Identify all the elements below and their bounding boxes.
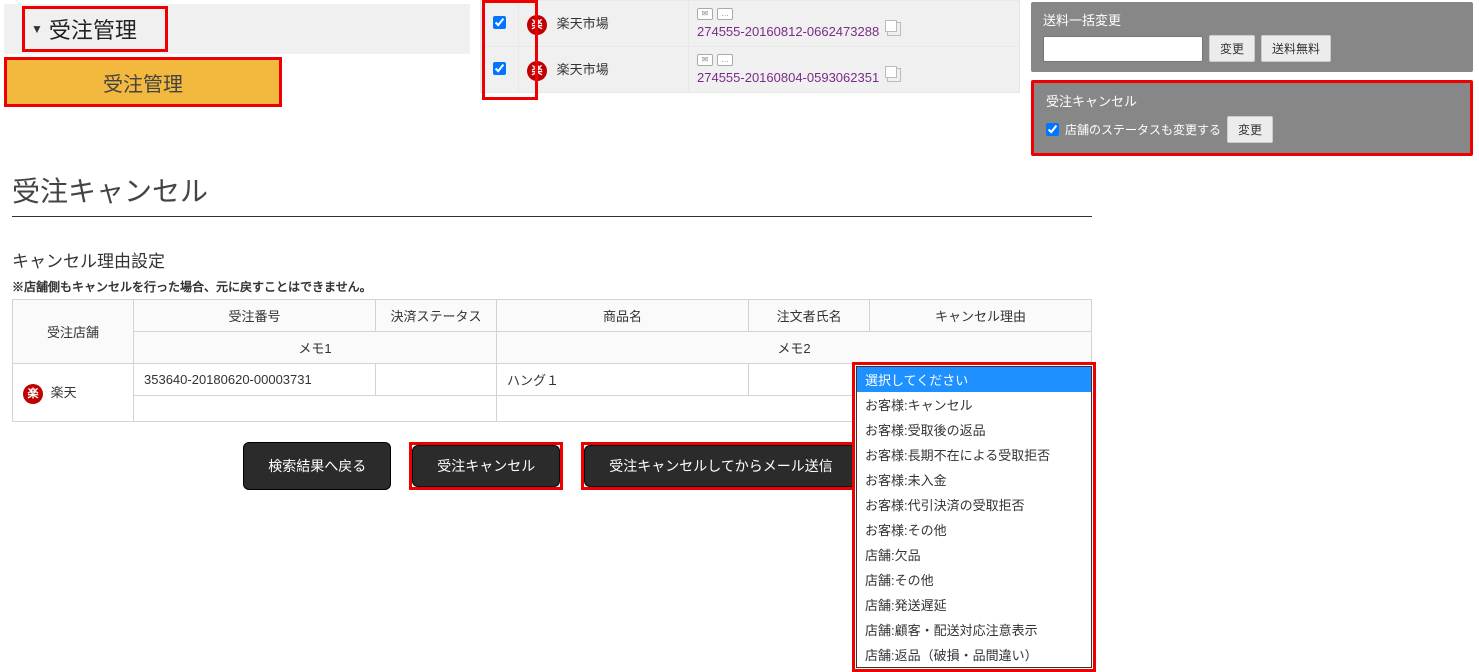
rakuten-icon: 楽 (527, 61, 547, 81)
section-subtitle: キャンセル理由設定 (12, 247, 1092, 272)
nav-header-toggle[interactable]: ▼ 受注管理 (22, 6, 168, 52)
dots-icon: … (717, 8, 733, 20)
tag-icon: ✉ (697, 54, 713, 66)
order-row-checkbox[interactable] (493, 16, 506, 29)
dropdown-option-placeholder[interactable]: 選択してください (857, 367, 1091, 392)
th-pay-status: 決済ステータス (376, 300, 497, 332)
shipping-change-button[interactable]: 変更 (1209, 35, 1255, 62)
nav-item-label: 受注管理 (103, 68, 183, 97)
back-to-search-button[interactable]: 検索結果へ戻る (243, 442, 391, 490)
td-shop: 楽 楽天 (13, 364, 134, 422)
change-store-status-label: 店舗のステータスも変更する (1065, 121, 1221, 138)
cancel-panel-title: 受注キャンセル (1046, 91, 1458, 110)
dropdown-option[interactable]: お客様:その他 (857, 517, 1091, 542)
rakuten-icon: 楽 (527, 15, 547, 35)
cancel-panel-change-button[interactable]: 変更 (1227, 116, 1273, 143)
dropdown-option[interactable]: お客様:キャンセル (857, 392, 1091, 417)
order-shop-cell: 楽 楽天市場 (519, 47, 689, 93)
tag-icon: ✉ (697, 8, 713, 20)
nav-item-order-management[interactable]: 受注管理 (4, 57, 282, 107)
dropdown-option[interactable]: 店舗:欠品 (857, 542, 1091, 567)
shipping-bulk-panel: 送料一括変更 変更 送料無料 (1031, 2, 1473, 72)
th-order-no: 受注番号 (134, 300, 376, 332)
shipping-free-button[interactable]: 送料無料 (1261, 35, 1331, 62)
td-order-no: 353640-20180620-00003731 (134, 364, 376, 396)
th-product: 商品名 (497, 300, 749, 332)
th-reason: キャンセル理由 (870, 300, 1092, 332)
order-row: 楽 楽天市場 ✉ … 274555-20160812-0662473288 (481, 1, 1020, 47)
order-row: 楽 楽天市場 ✉ … 274555-20160804-0593062351 (481, 47, 1020, 93)
cancel-reason-dropdown[interactable]: 選択してください お客様:キャンセル お客様:受取後の返品 お客様:長期不在によ… (852, 362, 1096, 672)
dropdown-option[interactable]: お客様:受取後の返品 (857, 417, 1091, 442)
nav-header: ▼ 受注管理 (4, 4, 470, 54)
nav-header-label: 受注管理 (49, 13, 137, 45)
order-number-cell: ✉ … 274555-20160812-0662473288 (689, 1, 1020, 47)
shipping-fee-input[interactable] (1043, 36, 1203, 62)
th-shop: 受注店舗 (13, 300, 134, 364)
order-number-link[interactable]: 274555-20160812-0662473288 (697, 24, 879, 39)
dropdown-option[interactable]: 店舗:顧客・配送対応注意表示 (857, 617, 1091, 642)
cancel-mail-button-highlight: 受注キャンセルしてからメール送信 (581, 442, 861, 490)
th-memo1: メモ1 (134, 332, 497, 364)
td-memo1 (134, 396, 497, 422)
dots-icon: … (717, 54, 733, 66)
dropdown-option[interactable]: 店舗:返品（破損・品間違い） (857, 642, 1091, 667)
order-shop-name: 楽天市場 (557, 62, 609, 77)
order-number-link[interactable]: 274555-20160804-0593062351 (697, 70, 879, 85)
td-product: ハング１ (497, 364, 749, 396)
rakuten-icon: 楽 (23, 384, 43, 404)
copy-icon[interactable] (887, 22, 901, 36)
td-pay-status (376, 364, 497, 396)
cancel-button-highlight: 受注キャンセル (409, 442, 563, 490)
shipping-panel-title: 送料一括変更 (1043, 10, 1461, 29)
dropdown-option[interactable]: 店舗:発送遅延 (857, 592, 1091, 617)
change-store-status-checkbox[interactable] (1046, 123, 1059, 136)
td-shop-name: 楽天 (51, 385, 77, 400)
dropdown-option[interactable]: お客様:未入金 (857, 467, 1091, 492)
dropdown-option[interactable]: お客様:代引決済の受取拒否 (857, 492, 1091, 517)
order-number-cell: ✉ … 274555-20160804-0593062351 (689, 47, 1020, 93)
th-memo2: メモ2 (497, 332, 1092, 364)
warning-text: ※店舗側もキャンセルを行った場合、元に戻すことはできません。 (12, 278, 1092, 295)
page-title: 受注キャンセル (12, 170, 1092, 217)
order-list-box: 楽 楽天市場 ✉ … 274555-20160812-0662473288 楽 … (480, 0, 1020, 93)
order-cancel-button[interactable]: 受注キャンセル (412, 445, 560, 487)
th-customer: 注文者氏名 (749, 300, 870, 332)
order-cancel-mail-button[interactable]: 受注キャンセルしてからメール送信 (584, 445, 858, 487)
order-row-checkbox[interactable] (493, 62, 506, 75)
order-shop-cell: 楽 楽天市場 (519, 1, 689, 47)
copy-icon[interactable] (887, 68, 901, 82)
order-cancel-panel: 受注キャンセル 店舗のステータスも変更する 変更 (1031, 80, 1473, 156)
caret-down-icon: ▼ (31, 22, 43, 36)
order-shop-name: 楽天市場 (557, 16, 609, 31)
dropdown-option[interactable]: 店舗:その他 (857, 567, 1091, 592)
dropdown-option[interactable]: お客様:長期不在による受取拒否 (857, 442, 1091, 467)
